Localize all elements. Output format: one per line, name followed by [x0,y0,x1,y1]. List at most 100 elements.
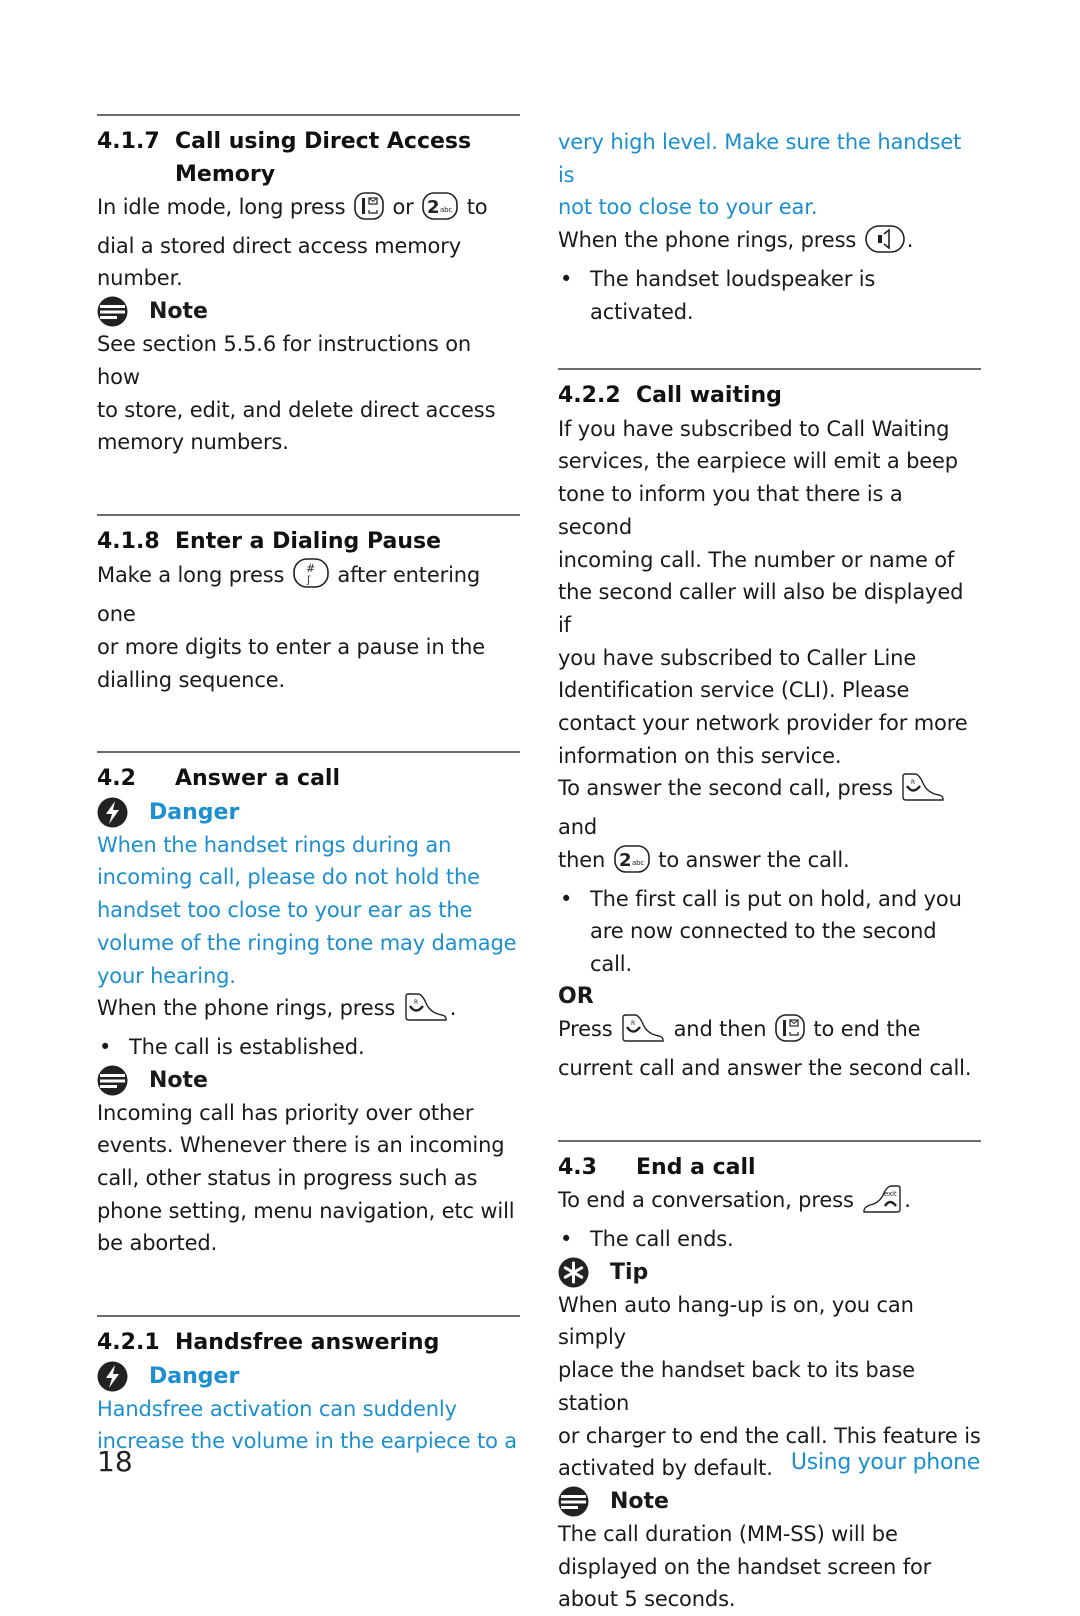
section-heading: 4.2 Answer a call [97,763,520,796]
section-title: Call using Direct Access Memory [175,129,472,187]
bullet-text: The call ends. [590,1226,734,1251]
section-number: 4.1.7 [97,129,160,154]
svg-text:2: 2 [619,850,631,871]
section-title: End a call [636,1154,756,1180]
body-text: To end a conversation, press exit. [558,1184,981,1223]
body-text: Press R and then to end the [558,1013,981,1052]
body-line: dialling sequence. [97,667,286,692]
key-hash-pause-icon: # ʃ [293,558,329,598]
tip-label: Tip [610,1259,649,1285]
talk-r-key-icon: R [404,993,448,1031]
speaker-key-icon [864,225,905,263]
section-4-1-8: 4.1.8 Enter a Dialing Pause Make a long … [97,513,520,696]
note-icon [97,1065,128,1096]
text-run: . [906,228,914,253]
tip-line: place the handset back to its base stati… [558,1358,915,1415]
section-divider [558,368,981,371]
svg-text:exit: exit [884,1190,897,1198]
section-title: Call waiting [636,383,782,409]
note-line: call, other status in progress such as [97,1166,478,1191]
key-1-voicemail-icon [775,1014,805,1052]
section-heading: 4.1.7 Call using Direct Access Memory [97,126,520,191]
body-line: contact your network provider for more [558,711,968,736]
tip-callout: Tip [558,1256,981,1289]
section-divider [558,1139,981,1142]
note-line: about 5 seconds. [558,1587,736,1612]
section-number: 4.3 [558,1154,597,1180]
bullet-text: The handset loudspeaker is activated. [590,266,876,324]
note-callout: Note [97,295,520,328]
section-title: Handsfree answering [175,1330,440,1356]
danger-label: Danger [149,799,240,825]
section-4-2-2: 4.2.2 Call waiting If you have subscribe… [558,368,981,1085]
text-run: to answer the call. [658,847,850,872]
body-line: services, the earpiece will emit a beep [558,449,958,474]
danger-lightning-icon [97,797,128,828]
danger-line: When the handset rings during an [97,832,452,857]
bullet-line: are now connected to the second call. [590,919,937,976]
body-line: If you have subscribed to Call Waiting [558,416,950,441]
danger-line: incoming call, please do not hold the [97,865,480,890]
body-line: or more digits to enter a pause in the [97,634,486,659]
section-divider [97,1315,520,1318]
talk-r-key-icon: R [901,773,945,811]
note-line: See section 5.5.6 for instructions on ho… [97,332,472,389]
tip-line: or charger to end the call. This feature… [558,1423,981,1448]
body-text: When the phone rings, press . [558,224,981,263]
section-divider [97,513,520,516]
note-line: events. Whenever there is an incoming [97,1133,505,1158]
svg-text:R: R [414,999,418,1006]
tip-line: When auto hang-up is on, you can simply [558,1292,914,1350]
text-run: then [558,847,606,872]
body-line: incoming call. The number or name of [558,547,955,572]
tip-asterisk-icon [558,1257,589,1288]
bullet-dot: • [99,1034,112,1059]
svg-text:abc: abc [632,859,644,867]
bullet-line: The first call is put on hold, and you [590,886,962,911]
note-icon [97,296,128,327]
body-line: the second caller will also be displayed… [558,580,964,637]
body-text: then 2 abc to answer the call. [558,844,981,883]
bullet-item: • The call is established. [97,1031,520,1064]
section-divider [97,114,520,116]
key-1-voicemail-icon [354,192,384,230]
danger-lightning-icon [97,1361,128,1392]
text-run: . [904,1188,911,1213]
body-text: To answer the second call, press R and [558,772,981,843]
text-run: . [449,996,457,1021]
note-line: Incoming call has priority over other [97,1100,474,1125]
danger-line: very high level. Make sure the handset i… [558,130,962,187]
bullet-dot: • [560,886,573,911]
body-line: you have subscribed to Caller Line [558,645,917,670]
svg-text:R: R [631,1020,635,1027]
danger-line: volume of the ringing tone may damage [97,930,517,955]
section-number: 4.2 [97,766,136,792]
section-divider [97,751,520,754]
danger-callout: Danger [97,1360,520,1393]
text-run: to [466,195,488,219]
note-line: memory numbers. [97,430,289,455]
note-icon [558,1486,589,1517]
note-label: Note [610,1488,669,1514]
section-heading: 4.2.2 Call waiting [558,380,981,413]
svg-text:ʃ: ʃ [306,575,311,586]
section-4-3: 4.3 End a call To end a conversation, pr… [558,1139,981,1616]
body-line: current call and answer the second call. [558,1056,972,1081]
danger-label: Danger [149,1363,240,1389]
note-callout: Note [97,1064,520,1097]
body-line: information on this service. [558,743,842,768]
bullet-dot: • [560,1226,573,1251]
text-run: and then [673,1017,767,1042]
key-2-abc-icon: 2 abc [422,192,458,230]
text-run: or [392,195,414,219]
page-number: 18 [97,1445,133,1478]
section-heading: 4.3 End a call [558,1152,981,1185]
bullet-item: • The call ends. [558,1223,981,1256]
section-4-1-7: 4.1.7 Call using Direct Access Memory In… [97,114,520,459]
bullet-dot: • [560,266,573,291]
section-4-2-1-continued: very high level. Make sure the handset i… [558,126,981,328]
svg-text:#: # [306,562,315,575]
text-run: When the phone rings, press [558,228,857,253]
text-run: Make a long press [97,563,285,588]
end-exit-key-icon: exit [862,1185,902,1223]
